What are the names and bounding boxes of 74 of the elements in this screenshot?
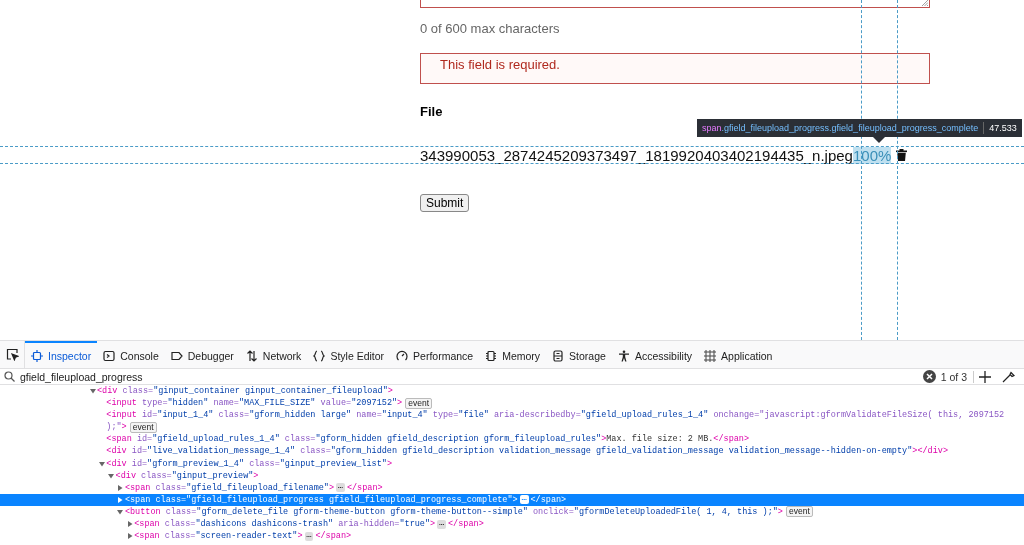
- eyedropper-icon[interactable]: [1002, 370, 1016, 383]
- dom-node-row[interactable]: <div id="gform_preview_1_4" class="ginput_preview_list">: [0, 457, 1024, 470]
- closing-tag: </span>: [346, 481, 383, 494]
- arrows-icon: [245, 349, 258, 362]
- markup-text: <span class="gfield_fileupload_filename">: [124, 481, 335, 494]
- dom-node-row[interactable]: <div class="ginput_preview">: [0, 469, 1024, 482]
- devtools-tab[interactable]: Network: [239, 341, 308, 368]
- markup-text: <input type="hidden" name="MAX_FILE_SIZE" value="2097152">: [106, 397, 403, 410]
- event-badge[interactable]: event: [129, 421, 157, 433]
- devtools-tab[interactable]: Accessibility: [611, 341, 699, 368]
- size-text: 47.533: [989, 123, 1017, 133]
- plus-icon[interactable]: [979, 370, 991, 383]
- devtools-tab[interactable]: Performance: [390, 341, 480, 368]
- collapsed-content-badge[interactable]: ⋯: [336, 483, 345, 493]
- dom-node-row[interactable]: <span class="gfield_fileupload_progress gfield_fileupload_progress_complete"> ⋯ </span>: [0, 493, 1024, 506]
- upload-progress: 100%: [852, 146, 892, 164]
- gauge-icon: [396, 349, 409, 362]
- collapsed-content-badge[interactable]: ⋯: [437, 519, 446, 529]
- inspector-icon: [31, 349, 43, 362]
- closing-tag: </span>: [530, 493, 567, 506]
- dom-node-row[interactable]: <button class="gform_delete_file gform-theme-button gform-theme-button--simple" onclick="gformDeleteUploadedFile( 1, 4, this );"> event: [0, 505, 1024, 519]
- field-label: File: [420, 104, 444, 119]
- tag-icon: [170, 349, 183, 362]
- markup-text: <div class="ginput_container ginput_container_fileupload">: [97, 385, 393, 398]
- resize-grip-icon: [922, 0, 928, 6]
- dom-node-row[interactable]: <input type="hidden" name="MAX_FILE_SIZE" value="2097152"> event: [0, 397, 1024, 410]
- event-badge[interactable]: event: [405, 397, 432, 409]
- markup-text: <div id="live_validation_message_1_4" class="gform_hidden gfield_description validation_message gfield_validation_message validation_message--hidden-on-empty"></div>: [106, 445, 948, 458]
- accessibility-icon: [617, 349, 630, 362]
- match-count: 1 of 3: [940, 370, 974, 383]
- devtools-tab[interactable]: Storage: [546, 341, 612, 368]
- closing-tag: </span>: [448, 518, 484, 531]
- character-count: 0 of 600 max characters: [420, 21, 561, 36]
- markup-text: <span class="screen-reader-text">: [134, 530, 303, 543]
- element-picker-icon[interactable]: [5, 348, 19, 361]
- devtools-tab[interactable]: Inspector: [25, 341, 98, 368]
- devtools-tab[interactable]: Style Editor: [307, 341, 391, 368]
- submit-button[interactable]: Submit: [420, 194, 470, 212]
- devtools-tab[interactable]: Application: [698, 341, 779, 368]
- devtools-tab[interactable]: Debugger: [164, 341, 240, 368]
- dom-node-row[interactable]: <div id="live_validation_message_1_4" class="gform_hidden gfield_description validation_message gfield_validation_message validation_message--hidden-on-empty"></div>: [0, 445, 1024, 458]
- markup-text: <span class="dashicons dashicons-trash" aria-hidden="true">: [134, 518, 436, 531]
- dom-node-row[interactable]: <span id="gfield_upload_rules_1_4" class="gform_hidden gfield_description gform_fileupload_rules">Max. file size: 2 MB.</span>: [0, 433, 1024, 446]
- markup-text: );">: [106, 421, 127, 434]
- markup-text: <button class="gform_delete_file gform-theme-button gform-theme-button--simple" onclick="gformDeleteUploadedFile( 1, 4, this );">: [124, 505, 783, 519]
- closing-tag: </span>: [315, 530, 352, 543]
- trash-icon[interactable]: [896, 149, 908, 161]
- devtools-tab[interactable]: Memory: [479, 341, 547, 368]
- devtools-tab[interactable]: Console: [97, 341, 165, 368]
- dom-node-row[interactable]: <span class="gfield_fileupload_filename"> ⋯ </span>: [0, 481, 1024, 494]
- expanded-caret-icon[interactable]: [117, 509, 124, 515]
- markup-text: <div class="ginput_preview">: [115, 469, 259, 482]
- markup-text: <span class="gfield_fileupload_progress gfield_fileupload_progress_complete">: [124, 493, 518, 506]
- clear-icon[interactable]: [922, 370, 936, 383]
- dom-node-row[interactable]: <div class="ginput_container ginput_container_fileupload">: [0, 385, 1024, 398]
- dom-node-row[interactable]: <span class="dashicons dashicons-trash" aria-hidden="true"> ⋯ </span>: [0, 518, 1024, 531]
- markup-text: <span id="gfield_upload_rules_1_4" class="gform_hidden gfield_description gform_fileupload_rules">Max. file size: 2 MB.</span>: [106, 433, 750, 446]
- selector-text: span.gfield_fileupload_progress.gfield_fileupload_progress_complete: [702, 123, 979, 133]
- chip-icon: [485, 349, 498, 362]
- search-field[interactable]: gfield_fileupload_progress: [20, 370, 918, 383]
- storage-icon: [552, 349, 565, 362]
- braces-icon: [313, 349, 326, 362]
- grid-icon: [704, 349, 717, 362]
- event-badge[interactable]: event: [785, 506, 813, 518]
- collapsed-content-badge[interactable]: ⋯: [304, 531, 314, 541]
- console-icon: [103, 349, 116, 362]
- search-icon: [4, 371, 15, 382]
- validation-error: This field is required.: [420, 53, 930, 84]
- dom-node-row[interactable]: <span class="screen-reader-text"> ⋯ </span>: [0, 530, 1024, 543]
- textarea-field[interactable]: [420, 0, 930, 8]
- markup-text: <div id="gform_preview_1_4" class="ginput_preview_list">: [106, 457, 392, 470]
- file-name: 343990053_2874245209373497_1819920403402194435_n.jpeg: [420, 146, 853, 164]
- expanded-caret-icon[interactable]: [89, 388, 96, 395]
- collapsed-content-badge[interactable]: ⋯: [519, 495, 529, 505]
